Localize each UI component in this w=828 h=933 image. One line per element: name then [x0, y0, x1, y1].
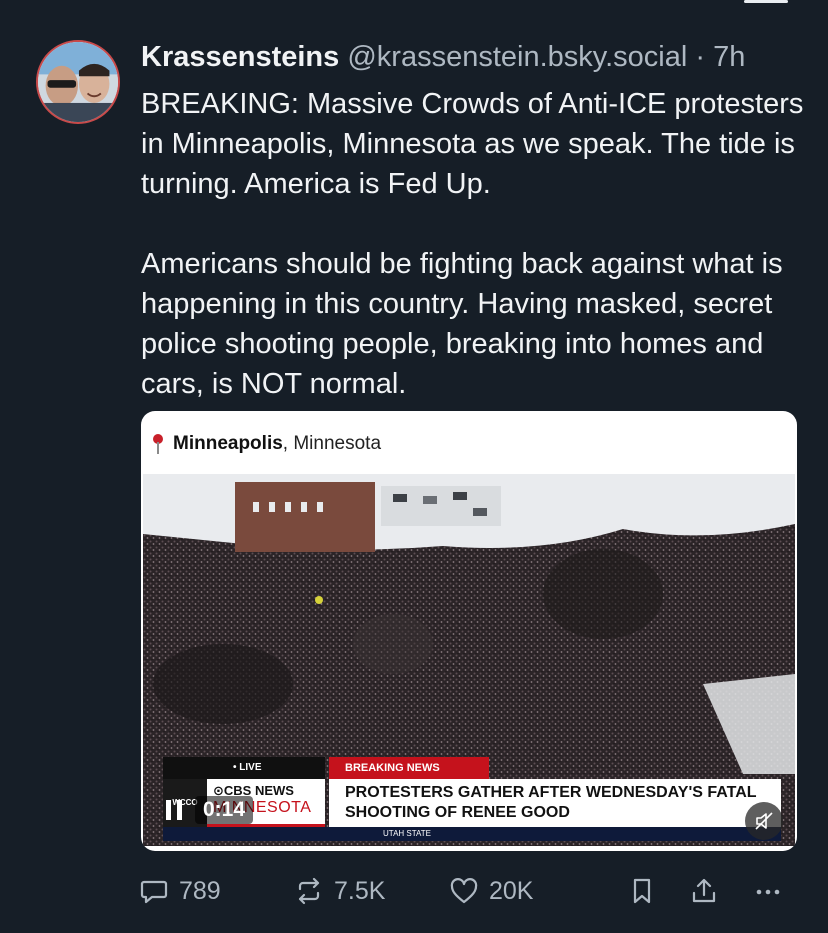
like-count: 20K	[489, 876, 534, 905]
repost-button[interactable]: 7.5K	[294, 871, 385, 911]
more-options-button[interactable]	[753, 871, 793, 911]
more-icon	[756, 889, 780, 895]
reply-button[interactable]: 789	[139, 871, 221, 911]
video-embed[interactable]: Minneapolis , Minnesota • LIVE BREAKING …	[141, 411, 797, 851]
bookmark-button[interactable]	[627, 871, 667, 911]
location-pin-icon	[153, 434, 163, 454]
reply-icon	[140, 880, 168, 904]
separator-dot: ·	[695, 41, 706, 73]
top-drag-handle	[744, 0, 788, 3]
breaking-news-label: BREAKING NEWS	[329, 757, 489, 779]
repost-icon	[298, 877, 320, 905]
avatar-image	[38, 42, 118, 122]
author-handle[interactable]: @krassenstein.bsky.social	[347, 41, 687, 73]
mute-icon	[755, 812, 773, 830]
news-ticker: UTAH STATE	[163, 827, 781, 841]
bookmark-icon	[633, 878, 651, 904]
heart-icon	[450, 878, 478, 904]
pause-icon[interactable]	[165, 799, 183, 821]
post-timestamp[interactable]: 7h	[713, 41, 745, 73]
news-headline: PROTESTERS GATHER AFTER WEDNESDAY'S FATA…	[329, 779, 781, 827]
reply-count: 789	[179, 876, 221, 905]
share-button[interactable]	[689, 871, 729, 911]
mute-button[interactable]	[745, 802, 783, 840]
post-actions: 789 7.5K 20K	[139, 871, 799, 911]
share-icon	[692, 878, 716, 903]
location-state: , Minnesota	[282, 433, 382, 454]
location-city: Minneapolis	[173, 433, 283, 454]
video-player[interactable]: • LIVE BREAKING NEWS WCCO ⊙CBS NEWS MINN…	[143, 474, 795, 846]
video-location: Minneapolis , Minnesota	[151, 433, 381, 455]
avatar[interactable]	[36, 40, 120, 124]
playback-controls: 0:14	[165, 795, 254, 825]
like-button[interactable]: 20K	[449, 871, 533, 911]
video-timecode: 0:14	[195, 796, 254, 824]
live-badge: • LIVE	[163, 757, 325, 779]
author-name[interactable]: Krassensteins	[141, 41, 339, 73]
post-header: Krassensteins @krassenstein.bsky.social …	[141, 38, 808, 76]
post-text: BREAKING: Massive Crowds of Anti-ICE pro…	[141, 88, 804, 400]
repost-count: 7.5K	[334, 876, 386, 905]
